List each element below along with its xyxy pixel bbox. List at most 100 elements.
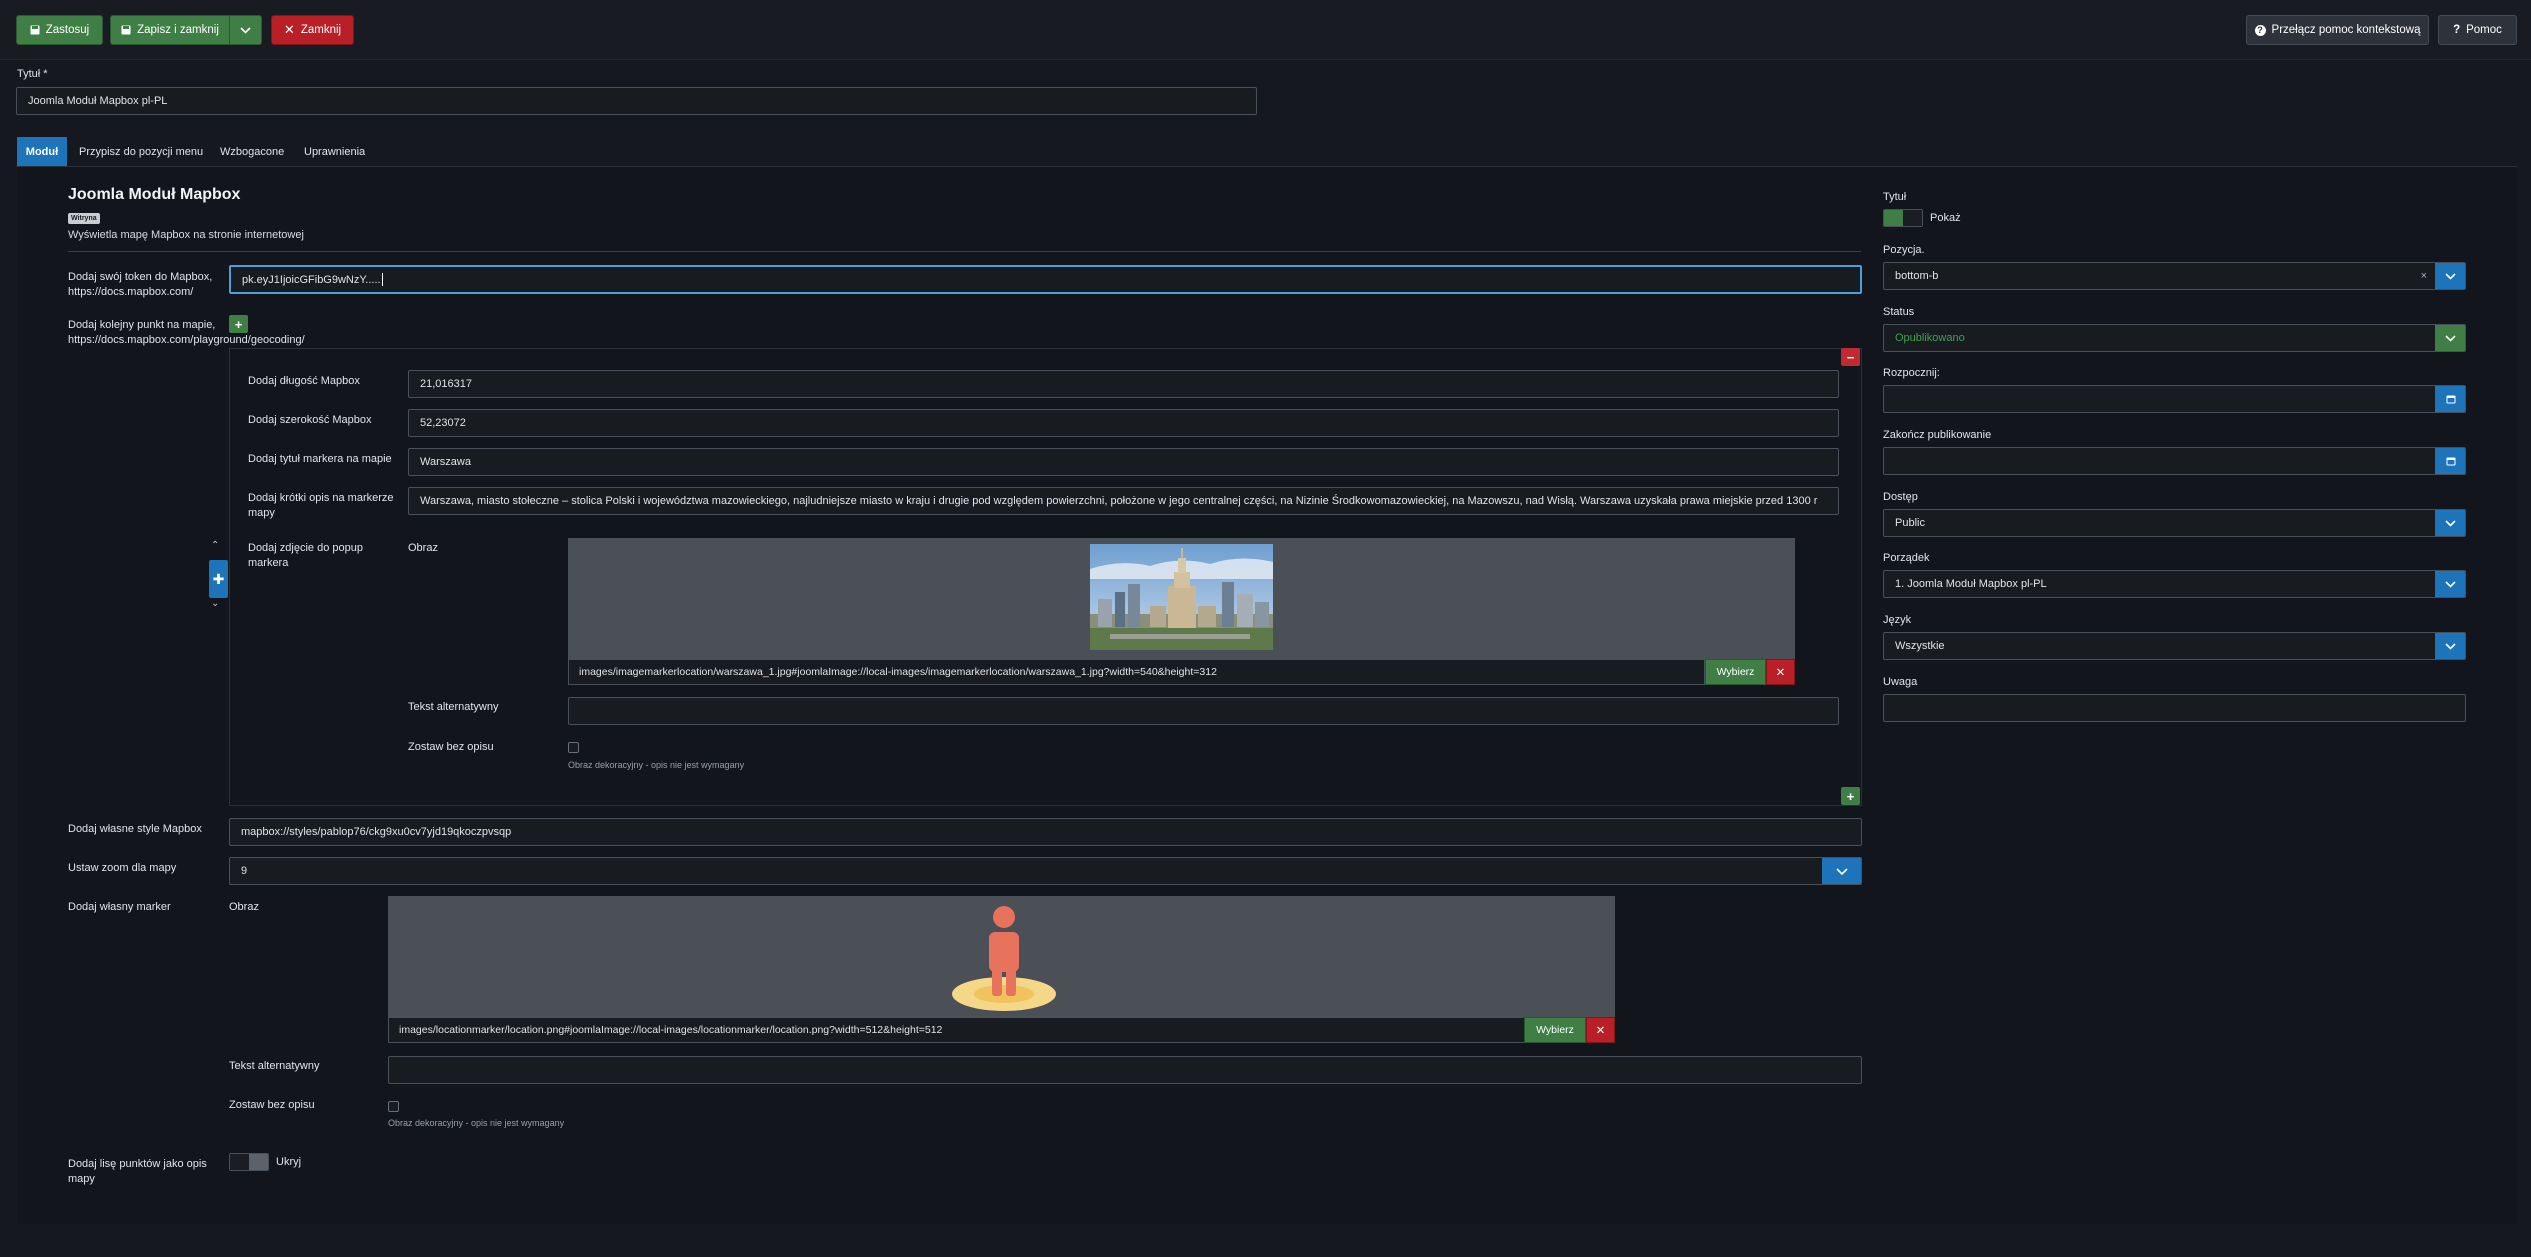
switch-track [1903,210,1922,226]
photo-select-label: Wybierz [1716,666,1755,678]
end-label: Zakończ publikowanie [1883,429,1992,441]
access-label: Dostęp [1883,491,1918,503]
lng-value: 21,016317 [420,378,472,390]
token-input[interactable]: pk.eyJ1IjoicGFibG9wNzY..... [229,265,1862,294]
photo-path-value: images/imagemarkerlocation/warszawa_1.jp… [579,666,1217,678]
close-button[interactable]: ✕ Zamknij [271,15,354,45]
style-value: mapbox://styles/pablop76/ckg9xu0cv7yjd19… [241,826,512,838]
plus-icon: + [1846,788,1855,804]
marker-title-input[interactable]: Warszawa [408,448,1839,476]
marker-desc-value: Warszawa, miasto stołeczne – stolica Pol… [420,495,1818,507]
start-date-input[interactable] [1883,385,2466,413]
lat-value: 52,23072 [420,417,466,429]
point-label: Dodaj kolejny punkt na mapie, https://do… [68,319,305,346]
access-value: Public [1895,517,1925,529]
title-input[interactable]: Joomla Moduł Mapbox pl-PL [16,87,1257,115]
position-select-toggle[interactable] [2435,263,2465,289]
token-label: Dodaj swój token do Mapbox, https://docs… [68,271,213,298]
title-input-value: Joomla Moduł Mapbox pl-PL [28,95,168,107]
marker-alt-input[interactable] [388,1056,1862,1084]
end-calendar-button[interactable] [2435,448,2465,474]
marker-preview-area [388,896,1615,1018]
switch-track [230,1154,249,1170]
list-points-switch[interactable] [229,1153,269,1171]
close-icon: ✕ [1595,1025,1606,1037]
photo-nodesc-checkbox[interactable] [568,742,579,753]
move-down-icon[interactable]: ⌄ [211,598,219,609]
marker-title-label: Dodaj tytuł markera na mapie [248,453,392,465]
tab-permissions[interactable]: Uprawnienia [294,137,375,166]
zoom-select[interactable]: 9 [229,857,1862,885]
order-select-toggle[interactable] [2435,571,2465,597]
apply-button[interactable]: Zastosuj [16,15,103,45]
style-input[interactable]: mapbox://styles/pablop76/ckg9xu0cv7yjd19… [229,818,1862,846]
calendar-icon [2446,457,2455,466]
move-icon: ✚ [212,570,225,587]
save-icon [121,25,131,35]
token-value: pk.eyJ1IjoicGFibG9wNzY..... [242,273,381,286]
marker-nodesc-hint: Obraz dekoracyjny - opis nie jest wymaga… [388,1118,565,1128]
chevron-down-icon [2445,580,2456,588]
photo-path-input[interactable]: images/imagemarkerlocation/warszawa_1.jp… [568,659,1705,685]
tab-module[interactable]: Moduł [17,137,67,166]
apply-label: Zastosuj [45,24,90,36]
end-date-input[interactable] [1883,447,2466,475]
save-dropdown-toggle[interactable] [229,15,262,45]
access-select[interactable]: Public [1883,509,2466,537]
marker-select-button[interactable]: Wybierz [1524,1017,1586,1043]
language-select[interactable]: Wszystkie [1883,632,2466,660]
start-calendar-button[interactable] [2435,386,2465,412]
close-icon: ✕ [283,22,295,37]
save-close-button[interactable]: Zapisz i zamknij [110,15,230,45]
position-select[interactable]: bottom-b × [1883,262,2466,290]
help-button[interactable]: ? Pomoc [2438,15,2517,45]
photo-clear-button[interactable]: ✕ [1766,659,1795,685]
marker-nodesc-checkbox[interactable] [388,1101,399,1112]
move-up-icon[interactable]: ⌃ [211,540,219,551]
lat-input[interactable]: 52,23072 [408,409,1839,437]
module-header-divider [68,251,1861,252]
add-point-button[interactable]: + [229,315,248,333]
site-badge: Witryna [68,213,100,224]
close-icon: ✕ [1775,667,1786,679]
zoom-select-toggle[interactable] [1822,858,1861,884]
location-person-icon [952,906,1056,1011]
note-input[interactable] [1883,694,2466,722]
status-label: Status [1883,306,1915,318]
chevron-down-icon [2445,272,2456,280]
list-points-label: Dodaj lisę punktów jako opis mapy [68,1158,207,1185]
chevron-down-icon [2445,642,2456,650]
tab-advanced[interactable]: Wzbogacone [210,137,294,166]
drag-handle[interactable]: ✚ [209,560,228,598]
photo-alt-input[interactable] [568,697,1839,725]
show-title-switch[interactable] [1883,209,1923,227]
close-label: Zamknij [300,24,342,36]
lng-input[interactable]: 21,016317 [408,370,1839,398]
marker-select-label: Wybierz [1536,1024,1574,1036]
lng-label: Dodaj długość Mapbox [248,375,360,387]
order-select[interactable]: 1. Joomla Moduł Mapbox pl-PL [1883,570,2466,598]
question-circle-icon: ? [2254,24,2266,36]
tab-menu-assignment[interactable]: Przypisz do pozycji menu [69,137,213,166]
chevron-down-icon [1836,867,1848,875]
text-cursor [381,273,383,286]
status-select-toggle[interactable] [2435,325,2465,351]
access-select-toggle[interactable] [2435,510,2465,536]
calendar-icon [2446,395,2455,404]
marker-path-input[interactable]: images/locationmarker/location.png#jooml… [388,1017,1525,1043]
remove-point-button[interactable]: − [1841,348,1860,366]
save-close-label: Zapisz i zamknij [137,24,219,36]
add-point-after-button[interactable]: + [1841,787,1860,805]
photo-select-button[interactable]: Wybierz [1705,659,1766,685]
marker-desc-input[interactable]: Warszawa, miasto stołeczne – stolica Pol… [408,487,1839,515]
marker-clear-button[interactable]: ✕ [1586,1017,1615,1043]
clear-icon[interactable]: × [2421,270,2427,282]
status-select[interactable]: Opublikowano [1883,324,2466,352]
zoom-value: 9 [241,865,248,877]
photo-nodesc-hint: Obraz dekoracyjny - opis nie jest wymaga… [568,760,745,770]
photo-image-label: Obraz [408,542,438,554]
language-select-toggle[interactable] [2435,633,2465,659]
photo-preview-area [568,538,1795,660]
switch-knob [249,1154,268,1170]
context-help-button[interactable]: ? Przełącz pomoc kontekstową [2246,15,2429,45]
